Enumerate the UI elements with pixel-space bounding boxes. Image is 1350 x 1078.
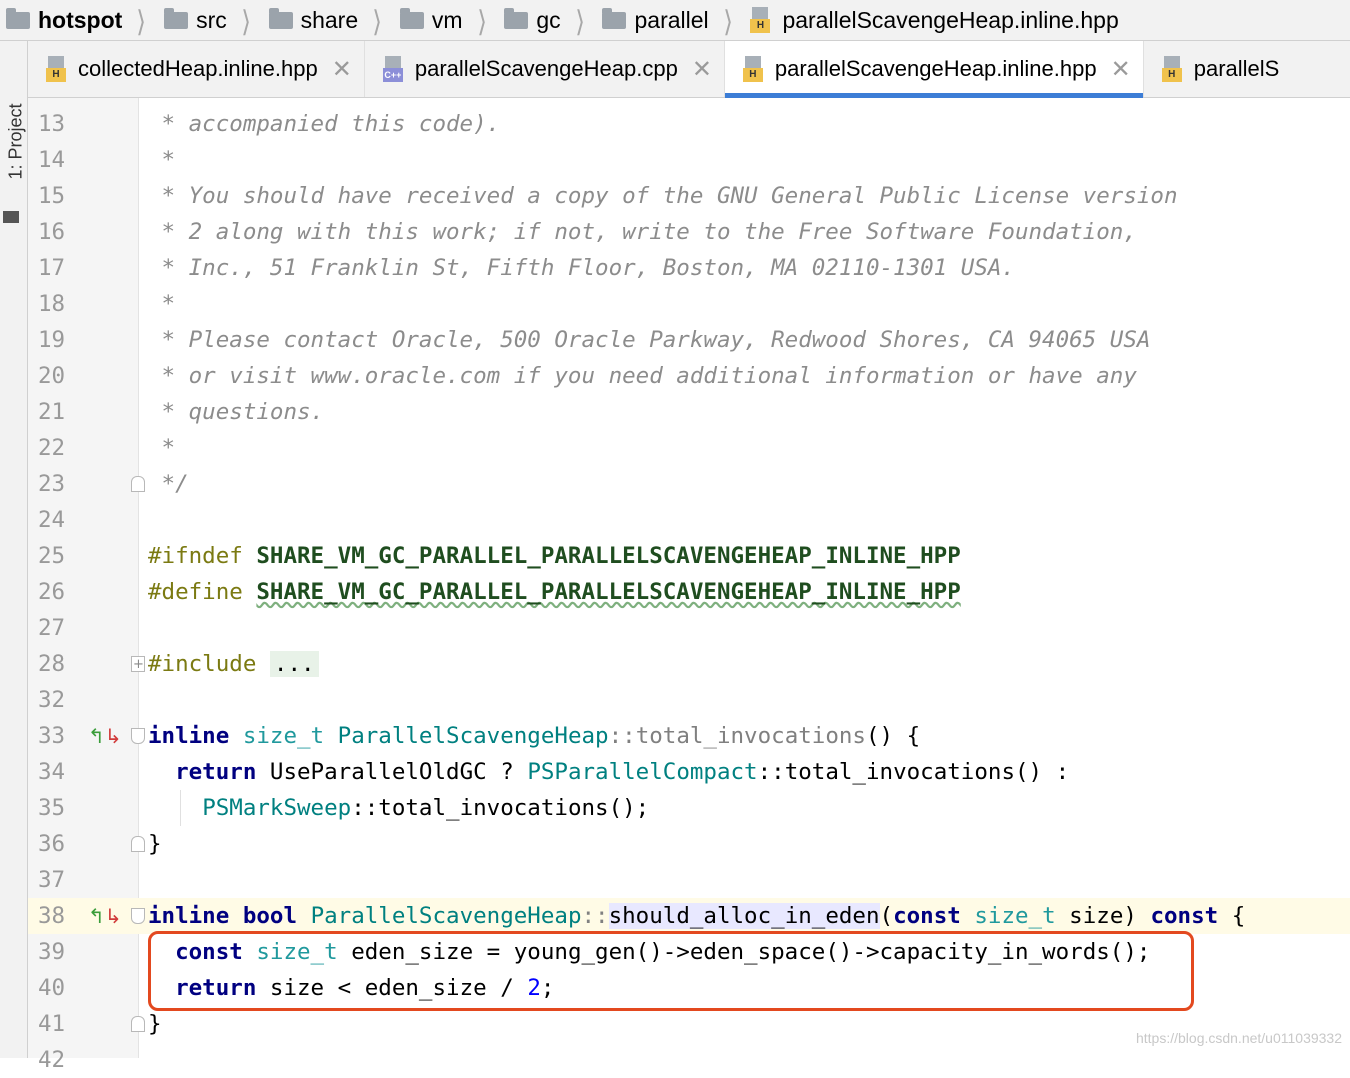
code-line: 24 <box>38 507 66 533</box>
code-line: 37 <box>38 867 66 893</box>
caret-identifier: should_alloc_in_eden <box>608 903 880 929</box>
code-line: 19 * Please contact Oracle, 500 Oracle P… <box>38 327 1151 353</box>
code-line: 14 * <box>38 147 176 173</box>
code-line: 16 * 2 along with this work; if not, wri… <box>38 219 1137 245</box>
breadcrumb: hotspot ❭ src ❭ share ❭ vm ❭ gc ❭ parall… <box>0 0 1350 41</box>
folder-icon <box>602 7 627 29</box>
code-line-current: 38 ↰↳ inline bool ParallelScavengeHeap::sh… <box>28 898 1350 934</box>
highlight-annotation-box <box>148 931 1194 1011</box>
code-line: 23 */ <box>38 471 189 497</box>
code-line: 15 * You should have received a copy of … <box>38 183 1178 209</box>
breadcrumb-hotspot[interactable]: hotspot <box>0 0 122 40</box>
fold-start-icon[interactable] <box>131 908 145 924</box>
tab-parallelscavengeheap-inline[interactable]: H parallelScavengeHeap.inline.hpp ✕ <box>724 41 1144 98</box>
editor-tabs: H collectedHeap.inline.hpp ✕ C++ paralle… <box>28 41 1350 98</box>
tab-label: parallelScavengeHeap.inline.hpp <box>774 56 1097 81</box>
header-file-icon: H <box>1161 56 1184 82</box>
tab-label: parallelS <box>1193 56 1280 81</box>
breadcrumb-share[interactable]: share <box>263 0 358 40</box>
chevron-right-icon: ❭ <box>135 4 148 35</box>
code-line: 21 * questions. <box>38 399 325 425</box>
fold-end-icon[interactable] <box>131 1016 145 1032</box>
breadcrumb-file[interactable]: HparallelScavengeHeap.inline.hpp <box>744 0 1119 40</box>
watermark: https://blog.csdn.net/u011039332 <box>1135 1030 1342 1046</box>
tab-collectedheap-inline[interactable]: H collectedHeap.inline.hpp ✕ <box>28 41 365 97</box>
tab-label: collectedHeap.inline.hpp <box>78 56 318 81</box>
cpp-file-icon: C++ <box>382 56 405 82</box>
left-tool-strip: 1: Project <box>0 41 28 1058</box>
code-line: 33 ↰↳ inline size_t ParallelScavengeHeap::… <box>28 718 1350 754</box>
close-icon[interactable]: ✕ <box>1111 55 1131 84</box>
code-line: 26 #define SHARE_VM_GC_PARALLEL_PARALLELS… <box>38 579 961 605</box>
fold-start-icon[interactable] <box>131 728 145 744</box>
header-file-icon: H <box>750 7 772 33</box>
breadcrumb-src[interactable]: src <box>158 0 227 40</box>
code-line: 28#include ... <box>28 646 1350 683</box>
code-line: 36} <box>38 831 162 857</box>
header-file-icon: H <box>742 56 765 82</box>
fold-end-icon[interactable] <box>131 836 145 852</box>
breadcrumb-vm[interactable]: vm <box>394 0 463 40</box>
chevron-right-icon: ❭ <box>239 4 252 35</box>
breadcrumb-parallel[interactable]: parallel <box>596 0 709 40</box>
tab-parallels-truncated[interactable]: H parallelS <box>1144 41 1292 97</box>
code-line: 17 * Inc., 51 Franklin St, Fifth Floor, … <box>38 255 1015 281</box>
folder-icon <box>164 7 189 29</box>
code-line: 35 PSMarkSweep::total_invocations(); <box>28 790 1350 826</box>
code-editor[interactable]: 13 * accompanied this code). 14 * 15 * Y… <box>28 98 1350 1073</box>
override-arrows-icon[interactable]: ↰↳ <box>88 898 122 934</box>
override-arrows-icon[interactable]: ↰↳ <box>88 718 122 754</box>
code-line: 18 * <box>38 291 176 317</box>
code-line: 13 * accompanied this code). <box>38 111 501 137</box>
code-line: 25 #ifndef SHARE_VM_GC_PARALLEL_PARALLELS… <box>38 543 961 569</box>
code-line: 22 * <box>38 435 176 461</box>
folder-icon <box>504 7 529 29</box>
code-line: 32 <box>38 687 66 713</box>
folder-icon <box>268 7 293 29</box>
project-tool-tab[interactable]: 1: Project <box>6 103 27 179</box>
folder-icon <box>6 7 30 29</box>
code-line: 34 return UseParallelOldGC ? PSParallelC… <box>38 759 1070 785</box>
close-icon[interactable]: ✕ <box>692 55 712 84</box>
tab-parallelscavengeheap-cpp[interactable]: C++ parallelScavengeHeap.cpp ✕ <box>365 41 725 97</box>
folder-icon <box>3 211 19 223</box>
chevron-right-icon: ❭ <box>721 4 734 35</box>
chevron-right-icon: ❭ <box>475 4 488 35</box>
chevron-right-icon: ❭ <box>573 4 586 35</box>
code-line: 42 <box>38 1047 66 1073</box>
close-icon[interactable]: ✕ <box>332 55 352 84</box>
collapsed-region[interactable]: ... <box>269 651 319 677</box>
fold-end-icon[interactable] <box>131 476 145 492</box>
breadcrumb-gc[interactable]: gc <box>498 0 561 40</box>
code-line: 27 <box>38 615 66 641</box>
code-line: 20 * or visit www.oracle.com if you need… <box>38 363 1137 389</box>
header-file-icon: H <box>46 56 68 82</box>
expand-fold-icon[interactable] <box>131 647 145 683</box>
chevron-right-icon: ❭ <box>371 4 384 35</box>
folder-icon <box>399 7 424 29</box>
tab-label: parallelScavengeHeap.cpp <box>414 56 678 81</box>
